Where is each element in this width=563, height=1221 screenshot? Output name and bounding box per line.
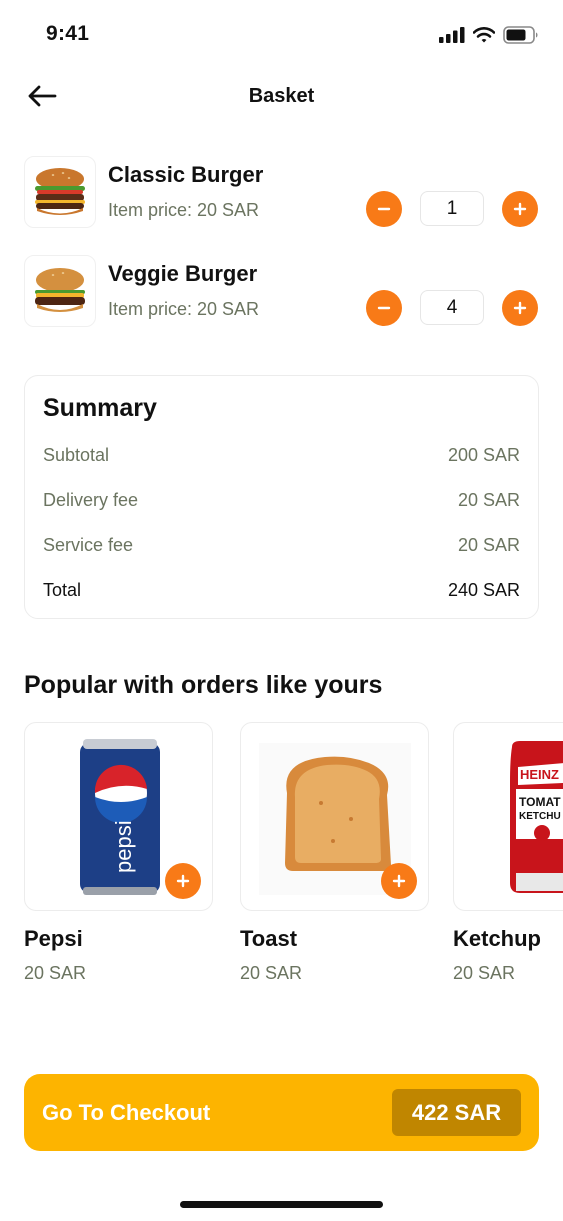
- summary-value: 240 SAR: [447, 580, 520, 600]
- product-card-toast[interactable]: Toast 20 SAR: [240, 722, 429, 983]
- product-name: Pepsi: [24, 926, 83, 951]
- summary-row-total: Total 240 SAR: [43, 580, 520, 604]
- summary-row-service-fee: Service fee 20 SAR: [43, 535, 520, 559]
- nav-bar: Basket: [0, 70, 563, 124]
- plus-icon: [176, 874, 190, 888]
- battery-icon: [503, 26, 538, 44]
- minus-icon: [377, 306, 391, 310]
- product-card-ketchup[interactable]: HEINZ TOMAT KETCHU Ketchup 20 SAR: [453, 722, 563, 983]
- svg-text:HEINZ: HEINZ: [520, 767, 559, 782]
- summary-row-delivery-fee: Delivery fee 20 SAR: [43, 490, 520, 514]
- increase-quantity-button[interactable]: [502, 191, 538, 227]
- plus-icon: [513, 202, 527, 216]
- item-price: Item price: 20 SAR: [108, 200, 260, 220]
- plus-icon: [392, 874, 406, 888]
- item-name: Veggie Burger: [108, 261, 258, 286]
- product-name: Ketchup: [453, 926, 541, 951]
- quantity-field[interactable]: 1: [420, 191, 484, 226]
- checkout-button[interactable]: Go To Checkout 422 SAR: [24, 1074, 539, 1151]
- checkout-total-badge: 422 SAR: [392, 1089, 521, 1136]
- status-bar: 9:41: [0, 0, 563, 70]
- burger-image: [24, 156, 96, 228]
- checkout-label: Go To Checkout: [42, 1100, 211, 1125]
- section-title: Popular with orders like yours: [24, 671, 383, 699]
- summary-label: Service fee: [43, 535, 134, 555]
- basket-item: Veggie Burger Item price: 20 SAR 4: [24, 255, 539, 329]
- summary-value: 20 SAR: [457, 535, 520, 555]
- svg-text:TOMAT: TOMAT: [519, 795, 561, 809]
- product-image-card[interactable]: pepsi: [24, 722, 213, 911]
- basket-item: Classic Burger Item price: 20 SAR 1: [24, 156, 539, 230]
- summary-label: Delivery fee: [43, 490, 139, 510]
- product-price: 20 SAR: [453, 963, 516, 983]
- product-image-card[interactable]: HEINZ TOMAT KETCHU: [453, 722, 563, 911]
- product-name: Toast: [240, 926, 298, 951]
- decrease-quantity-button[interactable]: [366, 191, 402, 227]
- cellular-signal-icon: [439, 27, 465, 43]
- wifi-icon: [473, 27, 495, 43]
- burger-image: [24, 255, 96, 327]
- summary-card: Summary Subtotal 200 SAR Delivery fee 20…: [24, 375, 539, 619]
- add-to-basket-button[interactable]: [381, 863, 417, 899]
- svg-text:pepsi: pepsi: [111, 820, 136, 873]
- item-price: Item price: 20 SAR: [108, 299, 260, 319]
- summary-row-subtotal: Subtotal 200 SAR: [43, 445, 520, 469]
- summary-title: Summary: [43, 394, 157, 422]
- ketchup-bottle-image: HEINZ TOMAT KETCHU: [510, 741, 563, 893]
- product-price: 20 SAR: [240, 963, 303, 983]
- summary-value: 20 SAR: [457, 490, 520, 510]
- product-price: 20 SAR: [24, 963, 87, 983]
- minus-icon: [377, 207, 391, 211]
- product-card-pepsi[interactable]: pepsi Pepsi 20 SAR: [24, 722, 213, 983]
- home-indicator: [180, 1201, 383, 1208]
- plus-icon: [513, 301, 527, 315]
- summary-label: Subtotal: [43, 445, 110, 465]
- product-image-card[interactable]: [240, 722, 429, 911]
- status-time: 9:41: [46, 22, 90, 45]
- decrease-quantity-button[interactable]: [366, 290, 402, 326]
- status-icons: [439, 26, 539, 44]
- summary-value: 200 SAR: [447, 445, 520, 465]
- item-name: Classic Burger: [108, 162, 264, 187]
- page-title: Basket: [248, 85, 315, 107]
- svg-text:KETCHU: KETCHU: [519, 811, 561, 822]
- quantity-field[interactable]: 4: [420, 290, 484, 325]
- summary-label: Total: [43, 580, 82, 600]
- increase-quantity-button[interactable]: [502, 290, 538, 326]
- add-to-basket-button[interactable]: [165, 863, 201, 899]
